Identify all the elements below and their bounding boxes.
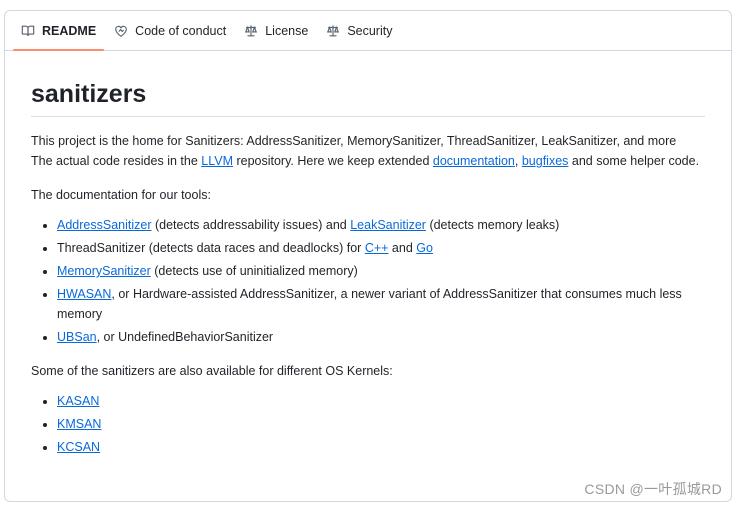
bugfixes-link[interactable]: bugfixes <box>522 154 569 168</box>
list-item: MemorySanitizer (detects use of uninitia… <box>57 261 705 281</box>
documentation-link[interactable]: documentation <box>433 154 515 168</box>
item-text: (detects addressability issues) and <box>151 218 351 232</box>
readme-panel: README Code of conduct License Security … <box>4 10 732 502</box>
intro-paragraph: This project is the home for Sanitizers:… <box>31 131 705 171</box>
item-text: (detects memory leaks) <box>425 218 560 232</box>
list-item: KCSAN <box>57 437 705 457</box>
law-icon <box>244 24 258 38</box>
intro-text: and some helper code. <box>568 154 700 168</box>
ubsan-link[interactable]: UBSan <box>57 330 97 344</box>
tab-security[interactable]: Security <box>318 11 400 50</box>
readme-content: sanitizers This project is the home for … <box>5 51 731 457</box>
heart-icon <box>114 24 128 38</box>
watermark: CSDN @一叶孤城RD <box>584 481 722 497</box>
kernels-list: KASAN KMSAN KCSAN <box>31 391 705 457</box>
hwasan-link[interactable]: HWASAN <box>57 287 111 301</box>
tab-license[interactable]: License <box>236 11 316 50</box>
cpp-link[interactable]: C++ <box>365 241 389 255</box>
list-item: KMSAN <box>57 414 705 434</box>
tab-label: README <box>42 23 97 38</box>
tab-label: Security <box>347 23 393 38</box>
tab-label: License <box>265 23 309 38</box>
go-link[interactable]: Go <box>416 241 433 255</box>
list-item: HWASAN, or Hardware-assisted AddressSani… <box>57 284 705 324</box>
list-item: UBSan, or UndefinedBehaviorSanitizer <box>57 327 705 347</box>
tools-list: AddressSanitizer (detects addressability… <box>31 215 705 347</box>
law-icon <box>326 24 340 38</box>
kcsan-link[interactable]: KCSAN <box>57 440 100 454</box>
addresssanitizer-link[interactable]: AddressSanitizer <box>57 218 152 232</box>
intro-text: , <box>514 154 522 168</box>
item-text: , or UndefinedBehaviorSanitizer <box>96 330 274 344</box>
item-text: (detects use of uninitialized memory) <box>150 264 358 278</box>
tab-code-of-conduct[interactable]: Code of conduct <box>106 11 234 50</box>
item-text: , or Hardware-assisted AddressSanitizer,… <box>57 287 682 321</box>
kasan-link[interactable]: KASAN <box>57 394 99 408</box>
list-item: KASAN <box>57 391 705 411</box>
llvm-link[interactable]: LLVM <box>201 154 233 168</box>
list-item: AddressSanitizer (detects addressability… <box>57 215 705 235</box>
kernels-heading: Some of the sanitizers are also availabl… <box>31 364 393 378</box>
tab-label: Code of conduct <box>135 23 227 38</box>
intro-text: The actual code resides in the <box>31 154 202 168</box>
book-icon <box>21 24 35 38</box>
page-title: sanitizers <box>31 79 705 117</box>
tools-heading: The documentation for our tools: <box>31 188 211 202</box>
item-text: ThreadSanitizer (detects data races and … <box>57 241 365 255</box>
intro-text: This project is the home for Sanitizers:… <box>31 134 677 148</box>
list-item: ThreadSanitizer (detects data races and … <box>57 238 705 258</box>
item-text: and <box>388 241 417 255</box>
intro-text: repository. Here we keep extended <box>232 154 433 168</box>
memorysanitizer-link[interactable]: MemorySanitizer <box>57 264 151 278</box>
kmsan-link[interactable]: KMSAN <box>57 417 101 431</box>
tab-readme[interactable]: README <box>13 11 105 51</box>
leaksanitizer-link[interactable]: LeakSanitizer <box>350 218 426 232</box>
tab-bar: README Code of conduct License Security <box>5 11 731 51</box>
